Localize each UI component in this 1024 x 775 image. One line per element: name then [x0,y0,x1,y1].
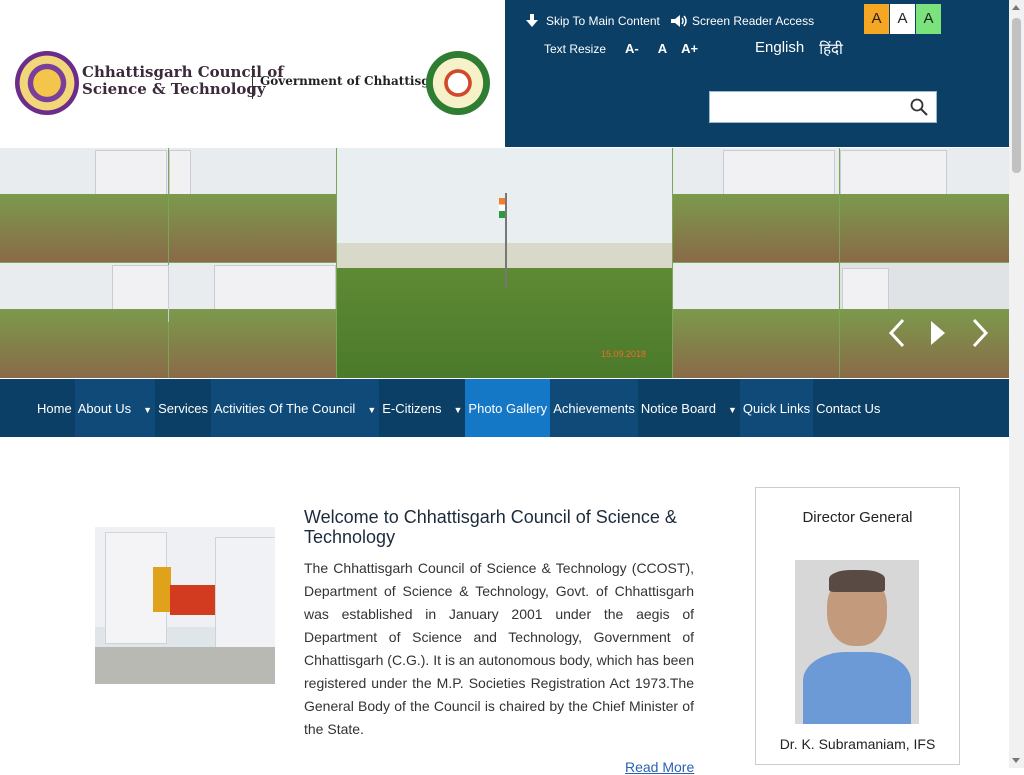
slider-next-icon[interactable] [970,318,990,348]
utility-bar: Skip To Main Content Screen Reader Acces… [505,0,1009,147]
ccost-emblem-icon [15,51,79,115]
council-building-photo [95,527,275,684]
nav-notice-board[interactable]: Notice Board ▼ [638,379,740,437]
caret-down-icon: ▼ [453,405,463,415]
org-name: Chhattisgarh Council of Science & Techno… [82,64,284,98]
org-name-line1: Chhattisgarh Council of [82,63,284,81]
banner-date-stamp: 15.09.2018 [601,349,647,359]
skip-to-main-link[interactable]: Skip To Main Content [525,14,660,28]
nav-contact-us[interactable]: Contact Us [813,379,883,437]
nav-label: Achievements [553,401,635,416]
language-switcher: English हिंदी [755,39,858,59]
search-box[interactable] [709,91,937,123]
nav-services[interactable]: Services [155,379,211,437]
banner-photo [169,148,336,262]
slider-prev-icon[interactable] [887,318,907,348]
text-increase-button[interactable]: A+ [681,41,698,56]
banner-photo [673,263,839,378]
nav-e-citizens[interactable]: E-Citizens ▼ [379,379,465,437]
banner-photo [840,148,1009,262]
logo-area[interactable]: Chhattisgarh Council of Science & Techno… [0,0,505,147]
read-more-link[interactable]: Read More [625,759,694,775]
contrast-orange-button[interactable]: A [864,4,889,34]
nav-label: Services [158,401,208,416]
dg-title: Director General [802,509,913,526]
org-name-line2: Science & Technology [82,80,266,98]
speaker-icon [671,15,687,27]
contrast-white-button[interactable]: A [890,4,915,34]
banner-photo [0,263,169,378]
slider-play-icon[interactable] [929,318,947,348]
caret-down-icon: ▼ [367,405,377,415]
caret-down-icon: ▼ [728,405,737,415]
contrast-switcher: A A A [864,4,942,34]
main-nav-list: Home About Us ▼ Services Activities Of Th… [34,379,883,437]
scroll-up-icon[interactable] [1012,5,1020,10]
nav-achievements[interactable]: Achievements [550,379,638,437]
screen-reader-label: Screen Reader Access [692,14,815,28]
welcome-text: The Chhattisgarh Council of Science & Te… [304,560,694,737]
nav-home[interactable]: Home [34,379,75,437]
nav-activities[interactable]: Activities Of The Council ▼ [210,379,380,437]
dg-photo [795,560,919,724]
skip-label: Skip To Main Content [546,14,660,28]
nav-photo-gallery[interactable]: Photo Gallery [465,379,551,437]
text-decrease-button[interactable]: A- [625,41,639,56]
cg-state-emblem-icon [426,51,490,115]
welcome-title: Welcome to Chhattisgarh Council of Scien… [304,507,677,547]
nav-label: Activities Of The Council [213,401,356,416]
banner-photo [169,263,336,378]
search-input[interactable] [710,92,902,120]
lang-english-link[interactable]: English [755,39,804,59]
nav-label: Notice Board [640,401,716,416]
site-header: Chhattisgarh Council of Science & Techno… [0,0,1009,147]
lang-hindi-link[interactable]: हिंदी [819,39,843,59]
text-resize-label: Text Resize [544,41,607,56]
photo-banner: 15.09.2018 [0,148,1009,378]
logo-divider [252,66,253,99]
nav-label: Home [37,401,72,416]
nav-label: Quick Links [742,401,811,416]
search-icon[interactable] [910,98,928,116]
main-nav: Home About Us ▼ Services Activities Of Th… [0,379,1009,437]
director-general-card: Director General Dr. K. Subramaniam, IFS [755,487,960,765]
screen-reader-link[interactable]: Screen Reader Access [670,14,814,28]
banner-photo [673,148,839,262]
banner-photo-center: 15.09.2018 [337,148,672,378]
arrow-down-icon [526,14,538,27]
nav-label: Photo Gallery [468,401,548,416]
nav-label: About Us [77,401,132,416]
contrast-green-button[interactable]: A [916,4,941,34]
nav-about-us[interactable]: About Us ▼ [74,379,156,437]
nav-label: Contact Us [816,401,881,416]
nav-label: E-Citizens [382,401,442,416]
scroll-down-icon[interactable] [1012,758,1020,763]
nav-quick-links[interactable]: Quick Links [739,379,814,437]
gov-name: Government of Chhattisgarh [260,74,453,88]
page-scrollbar[interactable] [1009,0,1024,768]
banner-photo [0,148,168,262]
scroll-thumb[interactable] [1012,18,1021,173]
text-normal-button[interactable]: A [658,41,667,56]
text-resize: Text Resize A- A A+ [544,41,698,56]
dg-name: Dr. K. Subramaniam, IFS [779,736,936,752]
caret-down-icon: ▼ [143,405,153,415]
